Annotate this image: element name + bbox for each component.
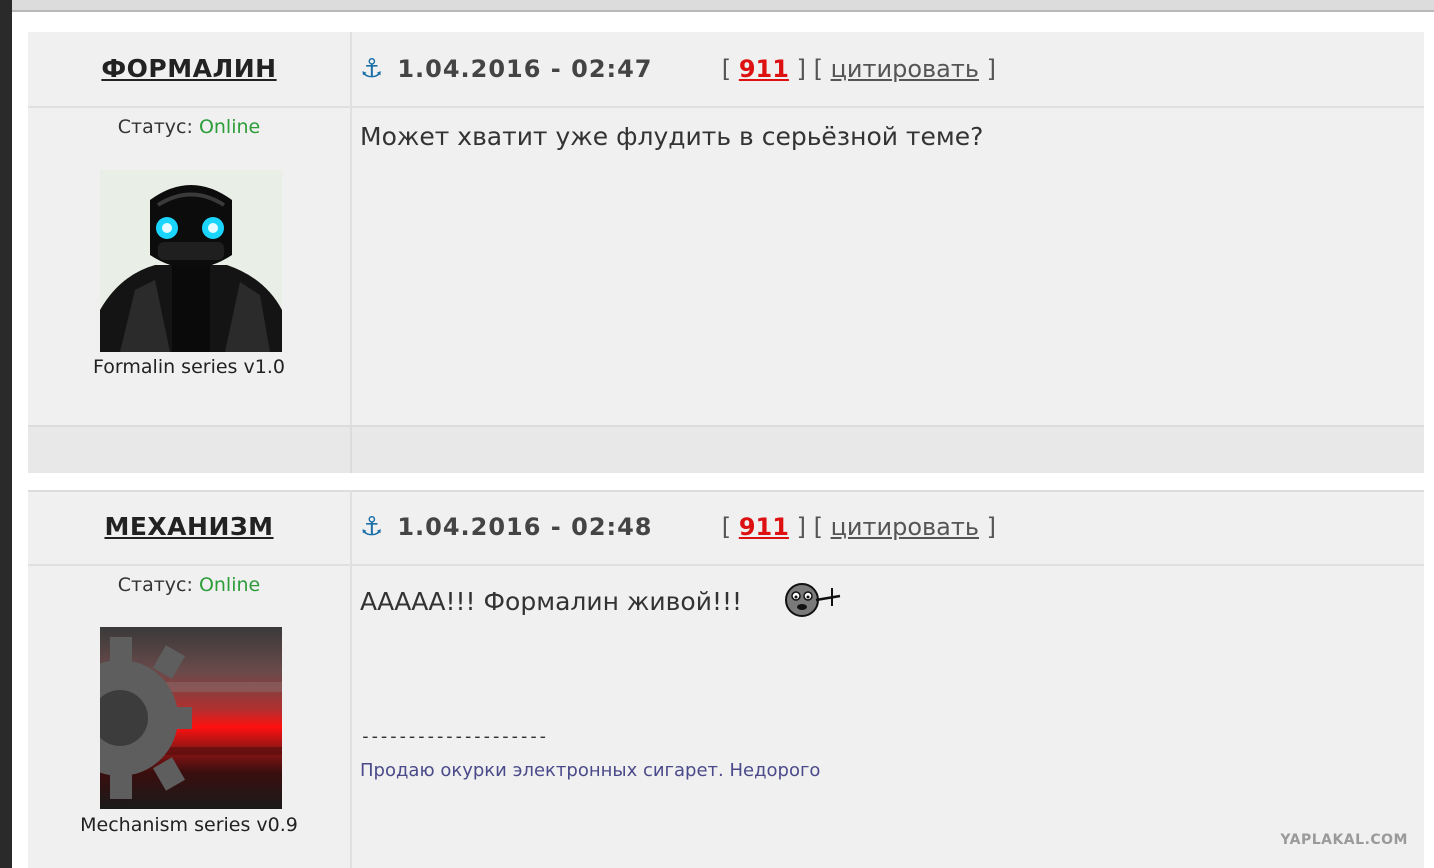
user-signature: Продаю окурки электронных сигарет. Недор… xyxy=(360,760,821,781)
author-name-link[interactable]: МЕХАНИЗМ xyxy=(28,490,350,564)
user-status: Статус: Online xyxy=(28,574,350,596)
bracket-close: ] xyxy=(796,55,806,83)
post-date: 1.04.2016 - 02:48 xyxy=(397,513,653,541)
user-status: Статус: Online xyxy=(28,116,350,138)
post-message: Может хватит уже флудить в серьёзной тем… xyxy=(360,122,984,151)
status-label: Статус: xyxy=(117,574,193,596)
gear-avatar-image xyxy=(100,627,282,809)
site-watermark: YAPLAKAL.COM xyxy=(1280,832,1408,848)
post-meta: ⚓ 1.04.2016 - 02:47 [ 911 ] [ цитировать … xyxy=(360,32,996,106)
quote-link[interactable]: цитировать xyxy=(831,513,979,541)
emoticon-icon xyxy=(784,580,846,626)
post-number-link[interactable]: 911 xyxy=(739,513,789,541)
post-meta: ⚓ 1.04.2016 - 02:48 [ 911 ] [ цитировать … xyxy=(360,490,996,564)
avatar-caption: Mechanism series v0.9 xyxy=(80,814,298,836)
post-date: 1.04.2016 - 02:47 xyxy=(397,55,653,83)
anchor-icon[interactable]: ⚓ xyxy=(360,54,383,84)
bracket-open: [ xyxy=(813,55,823,83)
status-online: Online xyxy=(198,116,261,138)
anchor-icon[interactable]: ⚓ xyxy=(360,512,383,542)
status-online: Online xyxy=(198,574,261,596)
forum-thread: ФОРМАЛИН ⚓ 1.04.2016 - 02:47 [ 911 ] [ ци… xyxy=(28,32,1424,868)
post-footer-row xyxy=(28,425,1424,475)
browser-top-edge xyxy=(0,0,1434,12)
bracket-close: ] xyxy=(796,513,806,541)
bracket-open: [ xyxy=(721,513,732,541)
forum-post: ФОРМАЛИН ⚓ 1.04.2016 - 02:47 [ 911 ] [ ци… xyxy=(28,32,1424,425)
status-label: Статус: xyxy=(117,116,193,138)
post-number-link[interactable]: 911 xyxy=(739,55,789,83)
quote-link[interactable]: цитировать xyxy=(831,55,979,83)
author-name-link[interactable]: ФОРМАЛИН xyxy=(28,32,350,106)
avatar-caption: Formalin series v1.0 xyxy=(93,356,285,378)
forum-post: МЕХАНИЗМ ⚓ 1.04.2016 - 02:48 [ 911 ] [ ци… xyxy=(28,490,1424,868)
avatar xyxy=(100,170,282,352)
bracket-open: [ xyxy=(813,513,823,541)
robot-avatar-image xyxy=(100,170,282,352)
signature-separator: -------------------- xyxy=(360,726,548,747)
bracket-open: [ xyxy=(721,55,732,83)
left-rail xyxy=(0,0,12,868)
bracket-close: ] xyxy=(986,55,997,83)
post-message-text: ААААА!!! Формалин живой!!! xyxy=(360,587,743,616)
post-message: ААААА!!! Формалин живой!!! xyxy=(360,580,846,626)
column-divider xyxy=(350,427,352,473)
bracket-close: ] xyxy=(986,513,997,541)
avatar xyxy=(100,627,282,809)
